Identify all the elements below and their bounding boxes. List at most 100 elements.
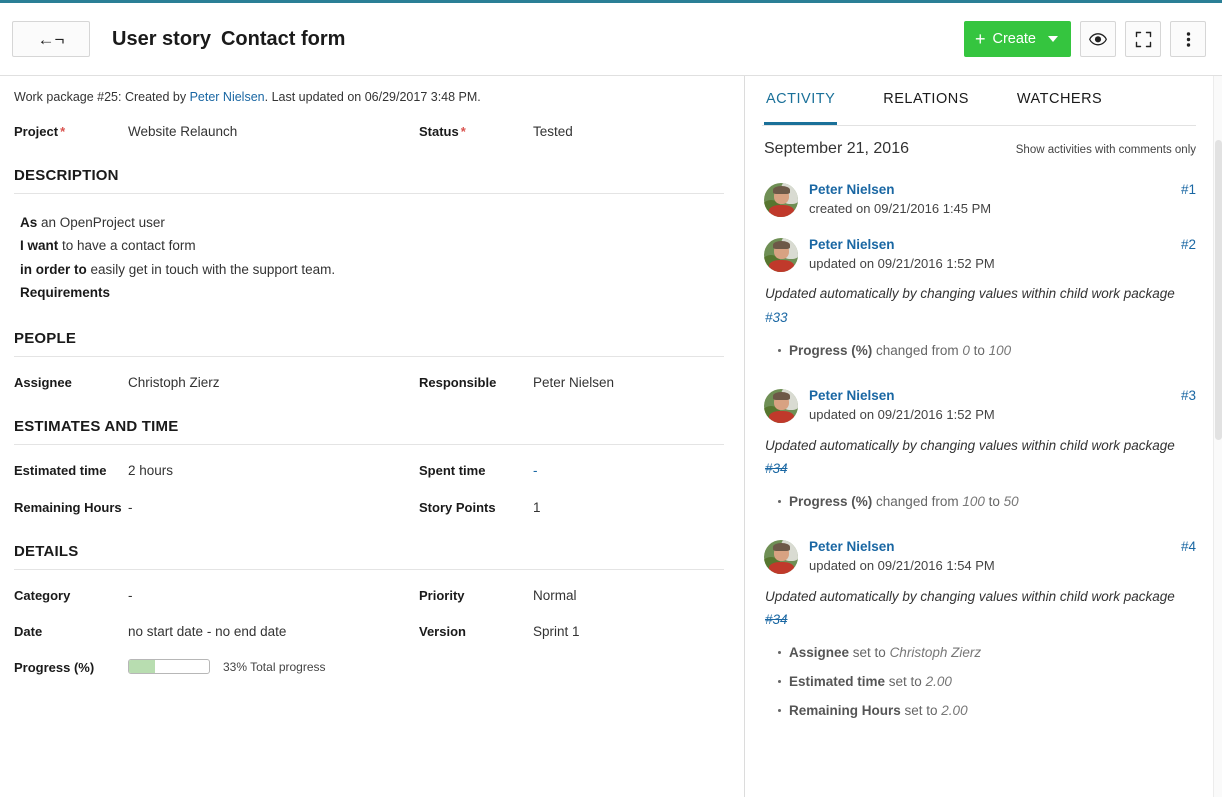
activity-entry: Peter Nielsen updated on 09/21/2016 1:52… <box>762 376 1196 527</box>
activity-author-link[interactable]: Peter Nielsen <box>809 237 1173 254</box>
work-package-type: User story <box>112 28 211 51</box>
activity-note-text: Updated automatically by changing values… <box>765 589 1175 604</box>
field-project[interactable]: Project* Website Relaunch <box>14 123 419 141</box>
meta-prefix: Work package #25: Created by <box>14 90 186 104</box>
field-responsible-value: Peter Nielsen <box>533 374 614 392</box>
activity-change-item: Estimated time set to 2.00 <box>778 672 1196 693</box>
activity-change-item: Progress (%) changed from 100 to 50 <box>778 492 1196 513</box>
progress-bar[interactable] <box>128 659 210 674</box>
section-title-estimates: ESTIMATES AND TIME <box>14 418 724 435</box>
avatar <box>764 238 798 272</box>
field-story-points[interactable]: Story Points 1 <box>419 499 541 517</box>
activity-note-reference[interactable]: #34 <box>765 612 788 627</box>
activity-change-list: Assignee set to Christoph Zierz Estimate… <box>764 643 1196 722</box>
tab-relations[interactable]: RELATIONS <box>881 76 971 125</box>
activity-author-link[interactable]: Peter Nielsen <box>809 388 1173 405</box>
activity-pane-inner: ACTIVITY RELATIONS WATCHERS September 21… <box>745 76 1222 797</box>
tab-activity[interactable]: ACTIVITY <box>764 76 837 125</box>
more-menu-button[interactable] <box>1170 21 1206 57</box>
more-vertical-icon <box>1186 31 1191 48</box>
activity-entry-header: Peter Nielsen updated on 09/21/2016 1:54… <box>764 539 1196 576</box>
activity-note-reference[interactable]: #34 <box>765 461 788 476</box>
activity-entry: Peter Nielsen updated on 09/21/2016 1:54… <box>762 527 1196 736</box>
activity-author-link[interactable]: Peter Nielsen <box>809 539 1173 556</box>
activity-change-list: Progress (%) changed from 100 to 50 <box>764 492 1196 513</box>
activity-change-item: Progress (%) changed from 0 to 100 <box>778 341 1196 362</box>
back-arrow-icon: ←¬ <box>38 31 65 48</box>
attribute-row-date: Date no start date - no end date Version… <box>14 623 724 641</box>
field-progress[interactable]: Progress (%) 33% Total progress <box>14 659 419 677</box>
field-story-points-value: 1 <box>533 499 541 517</box>
create-button[interactable]: + Create <box>964 21 1071 57</box>
description-line-rest: an OpenProject user <box>37 215 165 230</box>
field-version[interactable]: Version Sprint 1 <box>419 623 580 641</box>
plus-icon: + <box>975 30 986 48</box>
activity-index-link[interactable]: #3 <box>1181 388 1196 405</box>
required-asterisk: * <box>60 124 65 139</box>
change-verb: set to <box>849 645 890 660</box>
activity-entry-header: Peter Nielsen updated on 09/21/2016 1:52… <box>764 237 1196 274</box>
activity-entry-header: Peter Nielsen created on 09/21/2016 1:45… <box>764 182 1196 219</box>
attribute-row-project-status: Project* Website Relaunch Status* Tested <box>14 123 724 141</box>
work-package-meta: Work package #25: Created by Peter Niels… <box>14 90 724 104</box>
progress-bar-fill <box>129 660 155 673</box>
description-content[interactable]: As an OpenProject user I want to have a … <box>14 211 724 304</box>
activity-scrollbar[interactable] <box>1213 76 1222 797</box>
activity-author-block: Peter Nielsen created on 09/21/2016 1:45… <box>809 182 1173 219</box>
change-verb: changed from <box>872 343 962 358</box>
activity-index-link[interactable]: #2 <box>1181 237 1196 254</box>
field-progress-label: Progress (%) <box>14 659 128 677</box>
activity-note: Updated automatically by changing values… <box>764 434 1196 480</box>
back-button[interactable]: ←¬ <box>12 21 90 57</box>
field-category[interactable]: Category - <box>14 587 419 605</box>
field-remaining-hours[interactable]: Remaining Hours - <box>14 499 419 517</box>
show-comments-only-toggle[interactable]: Show activities with comments only <box>1016 144 1196 156</box>
date-start-placeholder: no start date <box>128 624 203 639</box>
attribute-row-people: Assignee Christoph Zierz Responsible Pet… <box>14 374 724 392</box>
change-from: 100 <box>962 494 985 509</box>
activity-scrollbar-thumb[interactable] <box>1215 140 1222 440</box>
change-from: 2.00 <box>926 674 952 689</box>
activity-author-link[interactable]: Peter Nielsen <box>809 182 1173 199</box>
change-verb: set to <box>885 674 926 689</box>
activity-timestamp: updated on 09/21/2016 1:52 PM <box>809 255 1173 274</box>
field-priority-value: Normal <box>533 587 577 605</box>
field-assignee[interactable]: Assignee Christoph Zierz <box>14 374 419 392</box>
description-line: As an OpenProject user <box>20 211 724 234</box>
meta-author-link[interactable]: Peter Nielsen <box>190 90 265 104</box>
attribute-row-estimated: Estimated time 2 hours Spent time - <box>14 462 724 480</box>
watch-button[interactable] <box>1080 21 1116 57</box>
tab-watchers[interactable]: WATCHERS <box>1015 76 1104 125</box>
date-end-placeholder: no end date <box>215 624 286 639</box>
activity-change-item: Remaining Hours set to 2.00 <box>778 701 1196 722</box>
work-package-subject: Contact form <box>221 28 345 51</box>
change-to: 50 <box>1004 494 1019 509</box>
change-verb: changed from <box>872 494 962 509</box>
attribute-row-category: Category - Priority Normal <box>14 587 724 605</box>
activity-note-reference[interactable]: #33 <box>765 310 788 325</box>
section-divider <box>14 356 724 357</box>
field-estimated-time[interactable]: Estimated time 2 hours <box>14 462 419 480</box>
field-responsible[interactable]: Responsible Peter Nielsen <box>419 374 614 392</box>
field-status[interactable]: Status* Tested <box>419 123 573 141</box>
field-spent-time[interactable]: Spent time - <box>419 462 538 480</box>
field-remaining-hours-value: - <box>128 499 133 517</box>
section-divider <box>14 569 724 570</box>
field-story-points-label: Story Points <box>419 499 533 517</box>
activity-note: Updated automatically by changing values… <box>764 282 1196 328</box>
field-date[interactable]: Date no start date - no end date <box>14 623 419 641</box>
field-project-value: Website Relaunch <box>128 123 237 141</box>
attribute-row-remaining: Remaining Hours - Story Points 1 <box>14 499 724 517</box>
field-version-value: Sprint 1 <box>533 623 580 641</box>
avatar <box>764 389 798 423</box>
activity-index-link[interactable]: #1 <box>1181 182 1196 199</box>
field-category-label: Category <box>14 587 128 605</box>
field-remaining-hours-label: Remaining Hours <box>14 499 128 517</box>
fullscreen-button[interactable] <box>1125 21 1161 57</box>
work-package-page: ←¬ User story Contact form + Create <box>0 0 1222 797</box>
meta-suffix: . Last updated on 06/29/2017 3:48 PM. <box>265 90 481 104</box>
field-priority-label: Priority <box>419 587 533 605</box>
activity-index-link[interactable]: #4 <box>1181 539 1196 556</box>
field-version-label: Version <box>419 623 533 641</box>
field-priority[interactable]: Priority Normal <box>419 587 577 605</box>
